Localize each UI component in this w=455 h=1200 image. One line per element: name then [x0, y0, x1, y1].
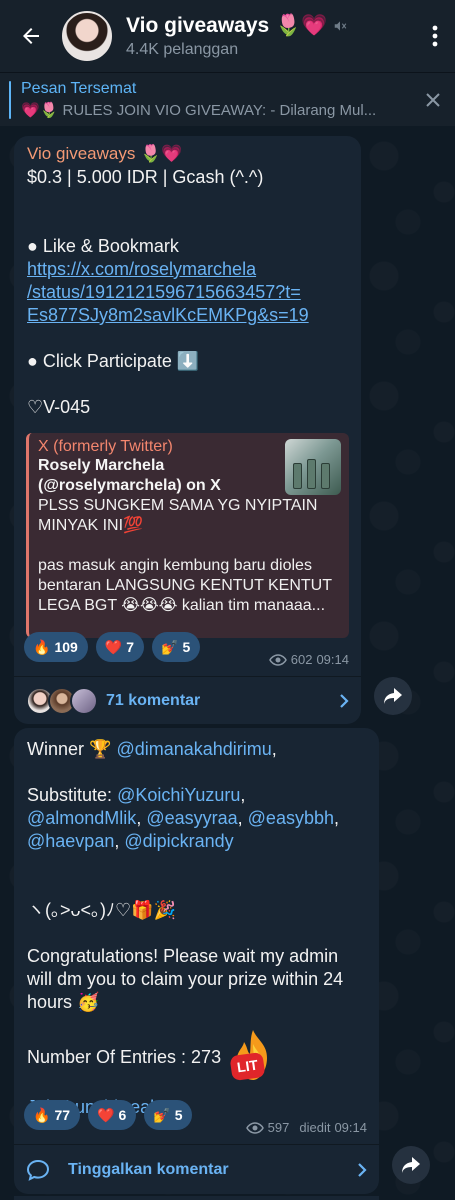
- task-link[interactable]: https://x.com/roselymarchela /status/191…: [27, 258, 348, 327]
- arrow-left-icon: [23, 28, 39, 44]
- back-button[interactable]: [0, 0, 62, 72]
- entries-line: Number Of Entries : 273 LIT: [27, 1028, 366, 1086]
- comments-button[interactable]: 71 komentar: [14, 676, 361, 724]
- channel-avatar[interactable]: [62, 11, 112, 61]
- edited-label: diedit: [299, 1120, 331, 1135]
- giveaway-code: ♡V-045: [27, 397, 91, 417]
- pinned-text: 💗🌷 RULES JOIN VIO GIVEAWAY: - Dilarang M…: [21, 102, 377, 119]
- eye-icon: [268, 653, 287, 666]
- pinned-close-button[interactable]: [411, 92, 455, 108]
- lit-text: LIT: [229, 1051, 266, 1082]
- mention-link[interactable]: @haevpan: [27, 831, 114, 851]
- leave-comment-label: Tinggalkan komentar: [68, 1160, 229, 1178]
- mention-link[interactable]: @almondMlik: [27, 808, 136, 828]
- pinned-label: Pesan Tersemat: [21, 80, 137, 97]
- message-meta: 602 09:14: [268, 652, 349, 667]
- reaction-nails[interactable]: 💅 5: [144, 1100, 193, 1130]
- channel-title: Vio giveaways 🌷💗: [126, 14, 415, 38]
- message-time: 09:14: [316, 652, 349, 667]
- chat-header: Vio giveaways 🌷💗 4.4K pelanggan: [0, 0, 455, 72]
- message-time: 09:14: [334, 1120, 367, 1135]
- share-arrow-icon: [402, 1157, 420, 1173]
- eye-icon: [245, 1121, 264, 1134]
- pinned-indicator: [9, 80, 11, 119]
- entries-count: Number Of Entries : 273: [27, 1046, 222, 1067]
- preview-body-2: pas masuk angin kembung baru dioles bent…: [38, 557, 332, 614]
- view-count: 602: [290, 652, 313, 667]
- congrats-text: Congratulations! Please wait my admin wi…: [27, 946, 344, 1012]
- reaction-nails[interactable]: 💅 5: [152, 632, 201, 662]
- subscriber-count: 4.4K pelanggan: [126, 40, 239, 58]
- message-bubble-winner[interactable]: Winner 🏆 @dimanakahdirimu, Substitute: @…: [14, 728, 379, 1194]
- reaction-heart[interactable]: ❤️ 6: [88, 1100, 137, 1130]
- more-vertical-icon: [432, 25, 438, 47]
- comment-bubble-icon: [26, 1159, 50, 1181]
- muted-icon: [335, 20, 347, 31]
- mention-link[interactable]: @KoichiYuzuru: [117, 785, 240, 805]
- link-preview[interactable]: X (formerly Twitter) Rosely Marchela (@r…: [26, 433, 349, 638]
- preview-body-1: PLSS SUNGKEM SAMA YG NYIPTAIN MINYAK INI…: [38, 497, 318, 534]
- pinned-message-bar[interactable]: Pesan Tersemat 💗🌷 RULES JOIN VIO GIVEAWA…: [0, 72, 455, 126]
- chevron-right-icon: [358, 1162, 367, 1177]
- winner-line: Winner 🏆 @dimanakahdirimu,: [27, 739, 277, 759]
- view-count: 597: [267, 1120, 290, 1135]
- mention-link[interactable]: @easybbh: [248, 808, 334, 828]
- substitute-line: Substitute: @KoichiYuzuru, @almondMlik, …: [27, 785, 339, 851]
- message-body: Winner 🏆 @dimanakahdirimu, Substitute: @…: [14, 728, 379, 1119]
- share-button[interactable]: [374, 677, 412, 715]
- task-like: ● Like & Bookmark: [27, 236, 179, 256]
- preview-thumbnail: [285, 439, 341, 495]
- message-bubble-giveaway[interactable]: Vio giveaways 🌷💗 $0.3 | 5.000 IDR | Gcas…: [14, 136, 361, 724]
- next-message-peek: [14, 1196, 379, 1200]
- channel-info[interactable]: Vio giveaways 🌷💗 4.4K pelanggan: [126, 14, 415, 59]
- message-sender: Vio giveaways 🌷💗: [27, 144, 183, 163]
- reaction-fire[interactable]: 🔥 77: [24, 1100, 81, 1130]
- mention-link[interactable]: @dimanakahdirimu: [116, 739, 271, 759]
- close-icon: [426, 92, 440, 107]
- chevron-right-icon: [340, 693, 349, 708]
- kaomoji-line: ヽ(｡>ᴗ<｡)ﾉ♡🎁🎉: [27, 900, 176, 920]
- lit-sticker: LIT: [227, 1028, 279, 1086]
- message-body: $0.3 | 5.000 IDR | Gcash (^.^) ● Like & …: [14, 166, 361, 419]
- mention-link[interactable]: @easyyraa: [146, 808, 237, 828]
- preview-title: Rosely Marchela (@roselymarchela) on X: [38, 457, 221, 494]
- reactions-bar: 🔥 77 ❤️ 6 💅 5: [14, 1100, 202, 1130]
- mention-link[interactable]: @dipickrandy: [124, 831, 233, 851]
- commenter-avatars: [26, 686, 100, 715]
- share-button[interactable]: [392, 1146, 430, 1184]
- channel-name: Vio giveaways 🌷💗: [126, 13, 328, 37]
- reaction-fire[interactable]: 🔥 109: [24, 632, 88, 662]
- message-meta: 597 diedit 09:14: [245, 1120, 367, 1135]
- avatar: [70, 686, 98, 715]
- share-arrow-icon: [384, 688, 402, 704]
- more-options-button[interactable]: [415, 0, 455, 72]
- comments-count: 71 komentar: [106, 691, 201, 709]
- task-participate: ● Click Participate ⬇️: [27, 351, 200, 371]
- reward-line: $0.3 | 5.000 IDR | Gcash (^.^): [27, 167, 264, 187]
- reaction-heart[interactable]: ❤️ 7: [95, 632, 145, 662]
- reactions-bar: 🔥 109 ❤️ 7 💅 5: [14, 632, 210, 662]
- leave-comment-button[interactable]: Tinggalkan komentar: [14, 1144, 379, 1194]
